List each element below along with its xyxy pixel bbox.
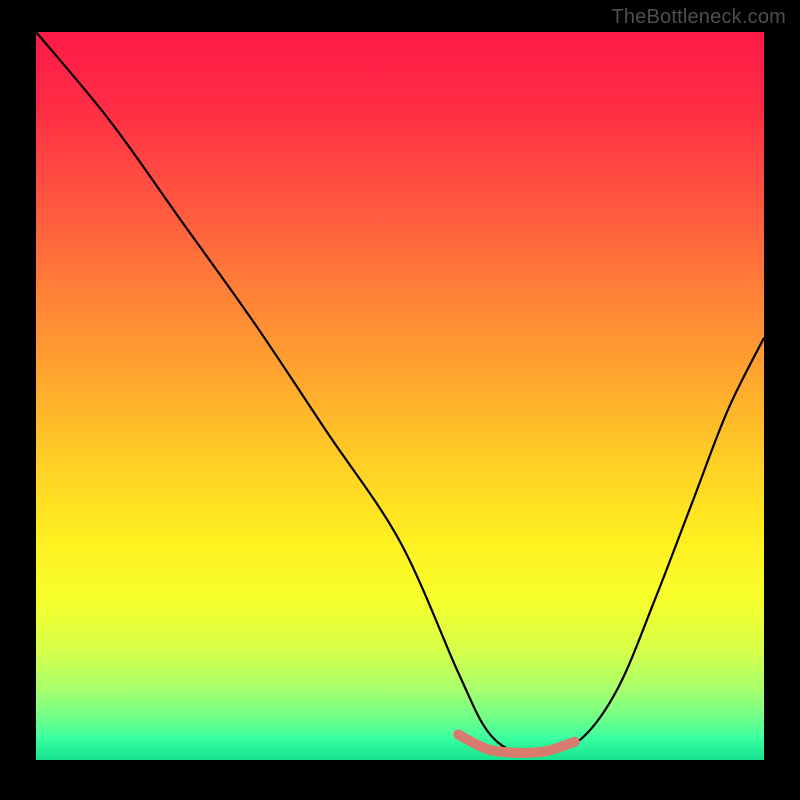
watermark-text: TheBottleneck.com: [611, 6, 786, 29]
gradient-background: [36, 32, 764, 760]
chart-frame: TheBottleneck.com: [0, 0, 800, 800]
bottleneck-chart: [0, 0, 800, 800]
